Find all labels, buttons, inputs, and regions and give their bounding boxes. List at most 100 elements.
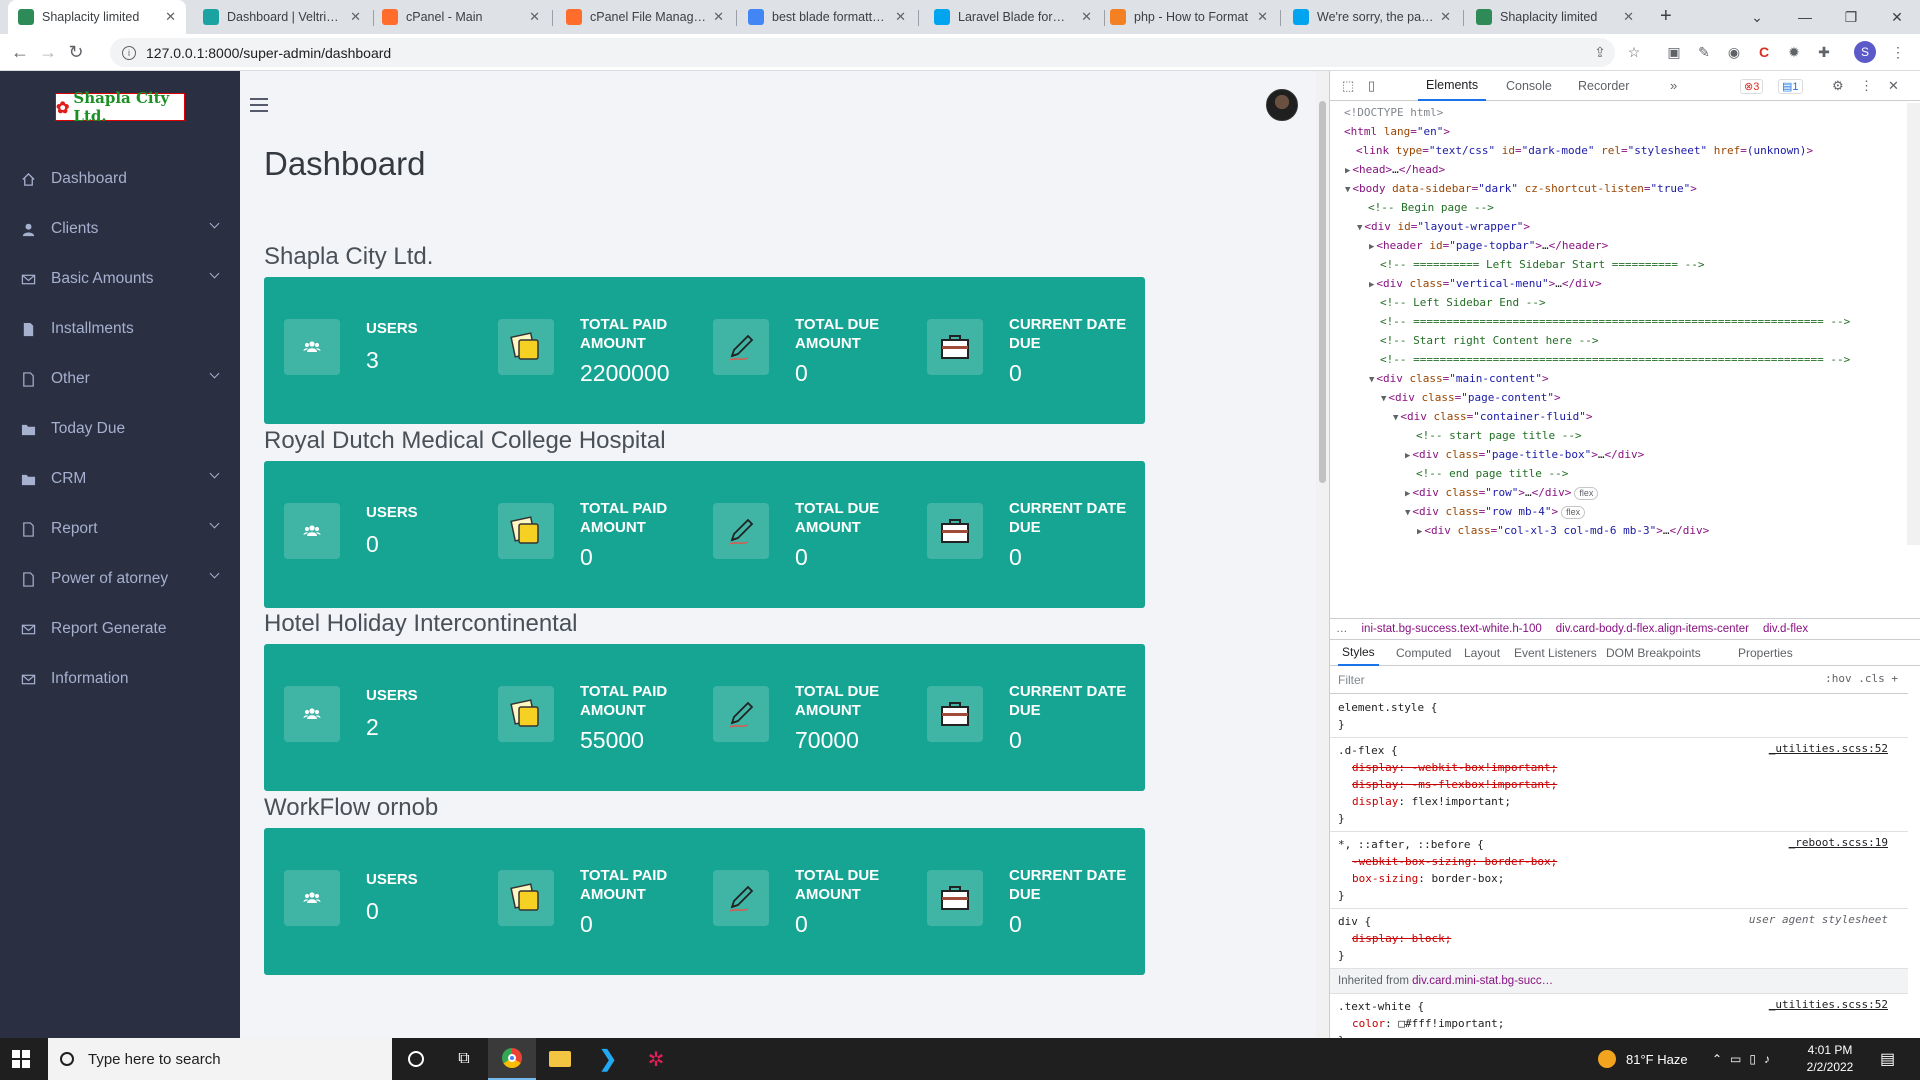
error-count-badge[interactable]: ⊗3 [1740,79,1764,94]
dom-node-line[interactable]: ▶ <header id="page-topbar">…</header> [1330,236,1908,255]
expand-toggle-icon[interactable]: ▶ [1405,451,1410,461]
devtools-tab-recorder[interactable]: Recorder [1570,71,1637,101]
bookmark-star-icon[interactable]: ☆ [1624,42,1644,62]
page-scrollbar[interactable] [1316,71,1329,1038]
dom-node-line[interactable]: ▶ <head>…</head> [1330,160,1908,179]
dom-node-line[interactable]: <!-- ===================================… [1330,350,1908,369]
close-devtools-icon[interactable]: ✕ [1888,78,1899,94]
dom-node-line[interactable]: <link type="text/css" id="dark-mode" rel… [1330,141,1908,160]
user-avatar[interactable] [1266,89,1298,121]
extension-3-icon[interactable]: ◉ [1724,42,1744,62]
extension-1-icon[interactable]: ▣ [1664,42,1684,62]
task-view-icon[interactable]: ⧉ [440,1038,488,1080]
reload-icon[interactable]: ↻ [64,40,88,64]
browser-tab[interactable]: best blade formatter - ✕ [738,0,916,34]
sidebar-item-clients[interactable]: Clients [0,204,240,254]
dom-node-line[interactable]: ▶<div class="col-xl-3 col-md-6 mb-3">…</… [1330,521,1908,540]
tab-close-icon[interactable]: ✕ [165,9,176,25]
dom-node-line[interactable]: <!-- start page title --> [1330,426,1908,445]
tab-close-icon[interactable]: ✕ [1440,9,1451,25]
expand-toggle-icon[interactable]: ▼ [1357,223,1362,233]
share-icon[interactable]: ⇪ [1590,42,1610,62]
sidebar-item-today-due[interactable]: Today Due [0,404,240,454]
slack-taskbar-icon[interactable]: ✲ [632,1038,680,1080]
filter-tools[interactable]: :hov .cls + [1825,672,1898,685]
sidebar-item-report-generate[interactable]: Report Generate [0,604,240,654]
dom-node-line[interactable]: ▶<div class="col-xl-3 col-md-6 mb-3">…</… [1330,540,1908,545]
sidebar-item-basic-amounts[interactable]: Basic Amounts [0,254,240,304]
sidebar-item-report[interactable]: Report [0,504,240,554]
dom-node-line[interactable]: <!DOCTYPE html> [1330,103,1908,122]
browser-tab[interactable]: Dashboard | Veltrix - A ✕ [193,0,371,34]
extension-2-icon[interactable]: ✎ [1694,42,1714,62]
style-source-link[interactable]: _utilities.scss:52 [1769,742,1888,755]
browser-tab[interactable]: cPanel File Manager v ✕ [556,0,734,34]
dom-node-line[interactable]: ▼ <div class="page-content"> [1330,388,1908,407]
breadcrumb-item[interactable]: div.d-flex [1763,623,1808,635]
dom-scrollbar[interactable] [1907,103,1920,545]
device-toolbar-icon[interactable]: ▯ [1368,78,1375,94]
browser-tab[interactable]: We're sorry, the page ✕ [1283,0,1461,34]
site-info-icon[interactable]: i [122,45,136,60]
styles-subtab-dom-breakpoints[interactable]: DOM Breakpoints [1602,640,1705,666]
expand-toggle-icon[interactable]: ▶ [1417,527,1422,537]
devtools-tab-elements[interactable]: Elements [1418,71,1487,101]
dom-node-line[interactable]: ▼ <div id="layout-wrapper"> [1330,217,1908,236]
dom-node-line[interactable]: ▼ <body data-sidebar="dark" cz-shortcut-l… [1330,179,1908,198]
browser-tab[interactable]: cPanel - Main ✕ [372,0,550,34]
breadcrumb-item[interactable]: ini-stat.bg-success.text-white.h-100 [1362,623,1542,635]
menu-toggle-icon[interactable] [250,98,268,112]
browser-tab[interactable]: Shaplacity limited ✕ [1466,0,1644,34]
new-tab-icon[interactable]: + [1660,5,1672,28]
expand-toggle-icon[interactable]: ▼ [1405,508,1410,518]
taskbar-search[interactable]: Type here to search [48,1038,392,1080]
dom-node-line[interactable]: <!-- ===================================… [1330,312,1908,331]
dom-node-line[interactable]: ▶ <div class="page-title-box">…</div> [1330,445,1908,464]
restore-icon[interactable]: ❐ [1828,0,1874,34]
styles-subtab-styles[interactable]: Styles [1338,640,1379,666]
tab-close-icon[interactable]: ✕ [1257,9,1268,25]
extension-5-icon[interactable]: ✹ [1784,42,1804,62]
expand-toggle-icon[interactable]: ▼ [1345,185,1350,195]
sidebar-item-crm[interactable]: CRM [0,454,240,504]
style-source-link[interactable]: _utilities.scss:52 [1769,998,1888,1011]
browser-menu-icon[interactable]: ⋮ [1888,42,1908,62]
forward-icon[interactable]: → [36,40,60,64]
tab-close-icon[interactable]: ✕ [1623,9,1634,25]
dom-node-line[interactable]: <!-- Start right Content here --> [1330,331,1908,350]
tab-close-icon[interactable]: ✕ [713,9,724,25]
minimize-icon[interactable]: — [1782,0,1828,34]
expand-toggle-icon[interactable]: ▼ [1393,413,1398,423]
expand-toggle-icon[interactable]: ▶ [1369,280,1374,290]
back-icon[interactable]: ← [8,40,32,64]
logo[interactable]: ✿ Shapla City Ltd. [55,89,185,125]
devtools-tab-console[interactable]: Console [1498,71,1560,101]
windows-start-icon[interactable] [12,1050,30,1068]
tab-close-icon[interactable]: ✕ [529,9,540,25]
cortana-icon[interactable] [392,1038,440,1080]
profile-avatar[interactable]: S [1854,41,1876,63]
tab-close-icon[interactable]: ✕ [895,9,906,25]
dom-tree[interactable]: <!DOCTYPE html> <html lang="en"> <link typ… [1330,103,1908,545]
sidebar-item-power-of-atorney[interactable]: Power of atorney [0,554,240,604]
dom-node-line[interactable]: ▼ <div class="container-fluid"> [1330,407,1908,426]
styles-subtab-computed[interactable]: Computed [1392,640,1455,666]
expand-toggle-icon[interactable]: ▼ [1381,394,1386,404]
dom-node-line[interactable]: <html lang="en"> [1330,122,1908,141]
settings-gear-icon[interactable]: ⚙ [1832,78,1844,94]
weather-widget[interactable]: 81°F Haze [1598,1038,1688,1080]
inspect-element-icon[interactable]: ⬚ [1342,78,1354,94]
file-explorer-icon[interactable] [536,1038,584,1080]
styles-filter[interactable]: Filter :hov .cls + [1330,666,1908,694]
style-source-link[interactable]: _reboot.scss:19 [1789,836,1888,849]
devtools-menu-icon[interactable]: ⋮ [1860,78,1873,94]
browser-tab[interactable]: php - How to Format ✕ [1100,0,1278,34]
dom-node-line[interactable]: ▶ <div class="row">…</div> flex [1330,483,1908,502]
dom-node-line[interactable]: ▼ <div class="main-content"> [1330,369,1908,388]
system-tray-icons[interactable]: ⌃▭▯♪ [1712,1038,1778,1080]
tab-close-icon[interactable]: ✕ [1081,9,1092,25]
sidebar-item-information[interactable]: Information [0,654,240,704]
breadcrumb-item[interactable]: … [1336,623,1348,635]
dom-node-line[interactable]: ▶ <div class="vertical-menu">…</div> [1330,274,1908,293]
breadcrumb-item[interactable]: div.card-body.d-flex.align-items-center [1556,623,1749,635]
